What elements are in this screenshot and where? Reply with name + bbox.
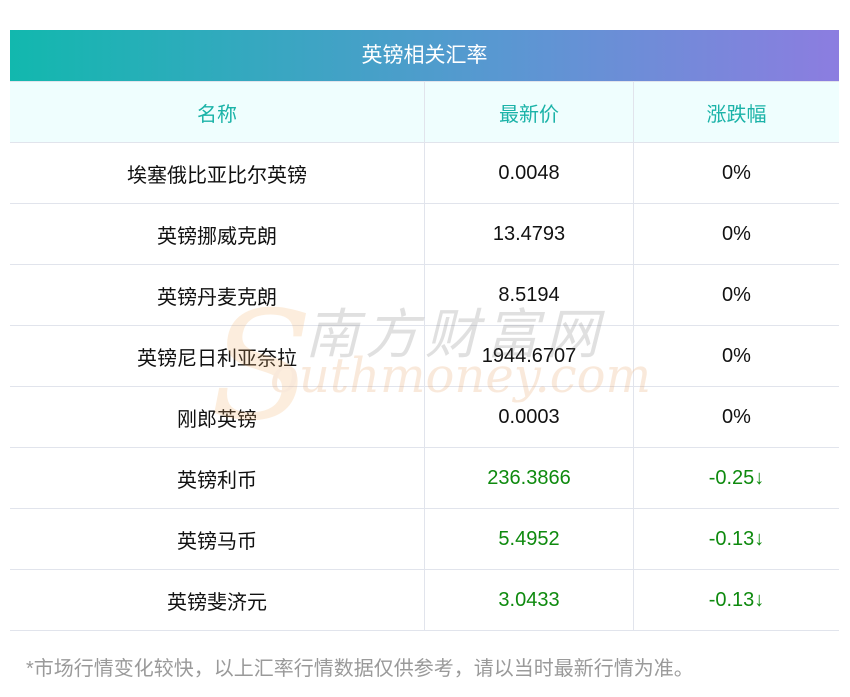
- column-header-change: 涨跌幅: [633, 81, 839, 143]
- column-header-name: 名称: [10, 81, 425, 143]
- table-row: 刚郎英镑 0.0003 0%: [10, 386, 839, 448]
- cell-price: 5.4952: [424, 508, 634, 570]
- cell-price: 3.0433: [424, 569, 634, 631]
- table-header-row: 名称 最新价 涨跌幅: [10, 81, 839, 143]
- table-title: 英镑相关汇率: [10, 30, 839, 81]
- cell-change: -0.13↓: [633, 569, 839, 631]
- table-row: 英镑马币 5.4952 -0.13↓: [10, 508, 839, 570]
- cell-name: 英镑斐济元: [10, 569, 425, 631]
- cell-name: 刚郎英镑: [10, 386, 425, 448]
- table-row: 英镑利币 236.3866 -0.25↓: [10, 447, 839, 509]
- cell-name: 英镑尼日利亚奈拉: [10, 325, 425, 387]
- disclaimer-note: *市场行情变化较快，以上汇率行情数据仅供参考，请以当时最新行情为准。: [26, 658, 694, 680]
- cell-name: 英镑利币: [10, 447, 425, 509]
- cell-name: 埃塞俄比亚比尔英镑: [10, 142, 425, 204]
- cell-change: 0%: [633, 325, 839, 387]
- table-row: 英镑尼日利亚奈拉 1944.6707 0%: [10, 325, 839, 387]
- table-row: 英镑丹麦克朗 8.5194 0%: [10, 264, 839, 326]
- cell-change: 0%: [633, 386, 839, 448]
- cell-change: 0%: [633, 142, 839, 204]
- cell-change: 0%: [633, 264, 839, 326]
- cell-price: 0.0048: [424, 142, 634, 204]
- column-header-price: 最新价: [424, 81, 634, 143]
- cell-change: -0.25↓: [633, 447, 839, 509]
- exchange-rate-table-card: 英镑相关汇率 名称 最新价 涨跌幅 埃塞俄比亚比尔英镑 0.0048 0% 英镑挪威克…: [10, 30, 839, 631]
- cell-price: 13.4793: [424, 203, 634, 265]
- cell-price: 236.3866: [424, 447, 634, 509]
- cell-price: 0.0003: [424, 386, 634, 448]
- cell-change: -0.13↓: [633, 508, 839, 570]
- cell-name: 英镑挪威克朗: [10, 203, 425, 265]
- cell-price: 8.5194: [424, 264, 634, 326]
- table-row: 英镑斐济元 3.0433 -0.13↓: [10, 569, 839, 631]
- cell-change: 0%: [633, 203, 839, 265]
- cell-price: 1944.6707: [424, 325, 634, 387]
- table-row: 英镑挪威克朗 13.4793 0%: [10, 203, 839, 265]
- exchange-rate-table: 名称 最新价 涨跌幅 埃塞俄比亚比尔英镑 0.0048 0% 英镑挪威克朗 13.479…: [10, 81, 839, 631]
- cell-name: 英镑马币: [10, 508, 425, 570]
- cell-name: 英镑丹麦克朗: [10, 264, 425, 326]
- table-row: 埃塞俄比亚比尔英镑 0.0048 0%: [10, 142, 839, 204]
